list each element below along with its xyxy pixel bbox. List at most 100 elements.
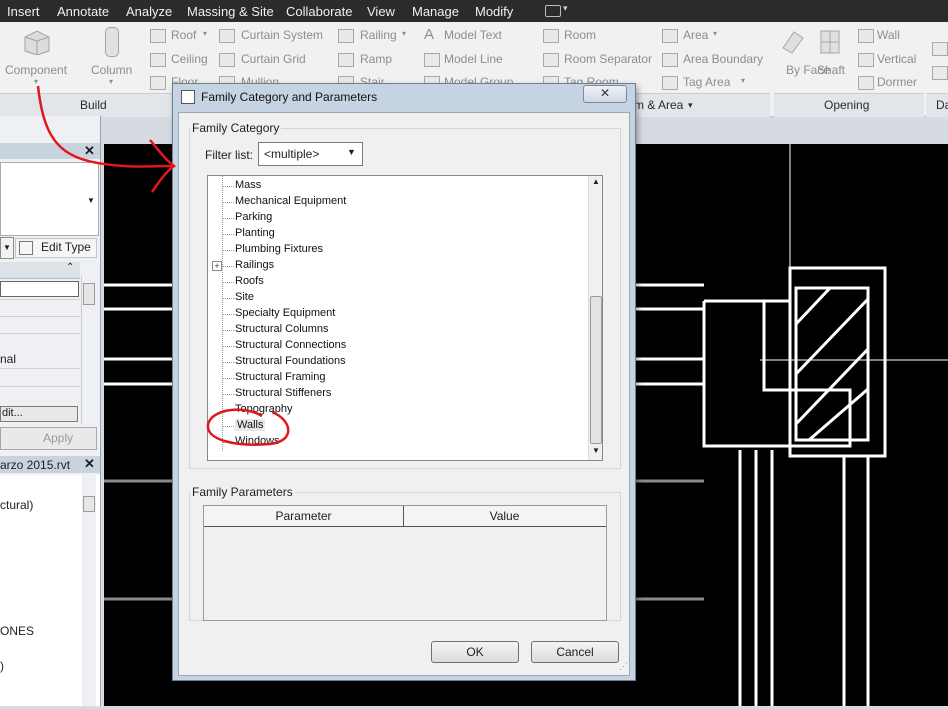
collapse-icon[interactable]: ⌃ <box>66 262 74 273</box>
dropdown-arrow-icon[interactable]: ▾ <box>563 3 568 14</box>
chevron-down-icon[interactable]: ▼ <box>87 196 95 205</box>
curtain-grid-icon <box>219 53 235 67</box>
tree-item[interactable]: ONES <box>0 624 34 638</box>
category-item[interactable]: Structural Columns <box>235 323 329 335</box>
curtain-grid-button[interactable]: Curtain Grid <box>241 52 306 66</box>
scrollbar-thumb[interactable] <box>83 496 95 512</box>
tree-item[interactable]: ) <box>0 659 4 673</box>
category-item[interactable]: Railings <box>235 259 274 271</box>
category-item[interactable]: Parking <box>235 211 272 223</box>
col-parameter[interactable]: Parameter <box>204 506 404 526</box>
filter-dropdown[interactable]: <multiple> ▼ <box>258 142 363 166</box>
category-item[interactable]: Topography <box>235 403 293 415</box>
tag-area-button[interactable]: Tag Area <box>683 75 730 89</box>
menu-analyze[interactable]: Analyze <box>126 4 172 19</box>
properties-scrollbar[interactable] <box>81 276 96 424</box>
divider <box>0 316 80 317</box>
chevron-down-icon[interactable]: ▾ <box>203 29 207 38</box>
category-item[interactable]: Roofs <box>235 275 264 287</box>
category-item[interactable]: Plumbing Fixtures <box>235 243 323 255</box>
category-item[interactable]: Structural Connections <box>235 339 346 351</box>
chevron-down-icon[interactable]: ▾ <box>688 100 693 111</box>
category-item[interactable]: Mass <box>235 179 261 191</box>
ceiling-icon <box>150 53 166 67</box>
apply-label: Apply <box>43 431 74 445</box>
model-text-button[interactable]: Model Text <box>444 28 502 42</box>
type-selector[interactable] <box>0 162 99 236</box>
category-item[interactable]: Structural Framing <box>235 371 325 383</box>
chevron-down-icon[interactable]: ▾ <box>741 76 745 85</box>
divider <box>0 299 80 300</box>
wall-opening-button[interactable]: Wall <box>877 28 900 42</box>
category-item[interactable]: Windows <box>235 435 280 447</box>
component-icon[interactable] <box>21 27 51 56</box>
edit-button[interactable]: dit... <box>0 406 78 422</box>
category-item[interactable]: Specialty Equipment <box>235 307 335 319</box>
shaft-button[interactable]: Shaft <box>817 63 845 77</box>
chevron-down-icon[interactable]: ▾ <box>713 29 717 38</box>
tree-item[interactable]: ctural) <box>0 498 33 512</box>
railing-button[interactable]: Railing <box>360 28 397 42</box>
category-scrollbar[interactable]: ▲ ▼ <box>588 176 602 460</box>
category-item[interactable]: Walls <box>235 419 266 431</box>
resize-grip-icon[interactable]: ⋰ <box>619 661 628 672</box>
menu-modify[interactable]: Modify <box>475 4 513 19</box>
scrollbar-thumb[interactable] <box>590 296 602 444</box>
chevron-down-icon[interactable]: ▾ <box>34 77 38 86</box>
edit-type-icon <box>19 241 33 255</box>
area-boundary-button[interactable]: Area Boundary <box>683 52 763 66</box>
room-button[interactable]: Room <box>564 28 596 42</box>
chevron-down-icon[interactable]: ▾ <box>109 77 113 86</box>
component-label[interactable]: Component <box>5 63 67 77</box>
close-icon[interactable]: ✕ <box>84 456 95 472</box>
room-separator-button[interactable]: Room Separator <box>564 52 652 66</box>
category-item[interactable]: Structural Foundations <box>235 355 346 367</box>
ramp-button[interactable]: Ramp <box>360 52 392 66</box>
tree-connector <box>222 330 234 331</box>
scroll-up-icon[interactable]: ▲ <box>592 177 600 186</box>
shaft-icon[interactable] <box>817 28 843 54</box>
menu-view[interactable]: View <box>367 4 395 19</box>
dialog-title: Family Category and Parameters <box>201 90 378 104</box>
menu-collaborate[interactable]: Collaborate <box>286 4 353 19</box>
close-icon[interactable]: ✕ <box>84 143 95 159</box>
category-list[interactable]: Mass Mechanical Equipment Parking Planting P… <box>207 175 603 461</box>
category-item[interactable]: Mechanical Equipment <box>235 195 346 207</box>
model-line-button[interactable]: Model Line <box>444 52 503 66</box>
menu-massing-site[interactable]: Massing & Site <box>187 4 274 19</box>
scroll-down-icon[interactable]: ▼ <box>592 446 600 455</box>
menu-annotate[interactable]: Annotate <box>57 4 109 19</box>
quick-access-icon[interactable] <box>545 5 561 17</box>
datum-icon <box>932 42 948 56</box>
menu-manage[interactable]: Manage <box>412 4 459 19</box>
tree-connector <box>222 442 234 443</box>
area-button[interactable]: Area <box>683 28 708 42</box>
dormer-button[interactable]: Dormer <box>877 75 917 89</box>
ceiling-button[interactable]: Ceiling <box>171 52 208 66</box>
close-button[interactable]: ✕ <box>583 85 627 103</box>
col-value[interactable]: Value <box>404 506 605 526</box>
parameters-table-header: Parameter Value <box>204 506 606 527</box>
category-item[interactable]: Structural Stiffeners <box>235 387 331 399</box>
menu-insert[interactable]: Insert <box>7 4 40 19</box>
chevron-down-icon[interactable]: ▾ <box>402 29 406 38</box>
type-filter-dropdown[interactable]: ▼ <box>0 237 14 259</box>
category-item[interactable]: Site <box>235 291 254 303</box>
tree-connector <box>222 218 234 219</box>
vertical-opening-button[interactable]: Vertical <box>877 52 916 66</box>
category-item[interactable]: Planting <box>235 227 275 239</box>
ok-button[interactable]: OK <box>431 641 519 663</box>
browser-scrollbar[interactable] <box>82 475 96 706</box>
edit-type-button[interactable]: Edit Type <box>15 238 97 258</box>
cancel-button[interactable]: Cancel <box>531 641 619 663</box>
column-label[interactable]: Column <box>91 63 132 77</box>
expand-icon[interactable]: + <box>212 261 222 271</box>
column-icon[interactable] <box>105 27 119 57</box>
property-field[interactable] <box>0 281 79 297</box>
by-face-icon[interactable] <box>780 28 806 54</box>
apply-button[interactable]: Apply <box>0 427 97 450</box>
scrollbar-thumb[interactable] <box>83 283 95 305</box>
curtain-system-button[interactable]: Curtain System <box>241 28 323 42</box>
roof-button[interactable]: Roof <box>171 28 196 42</box>
chevron-down-icon[interactable]: ▼ <box>347 147 356 157</box>
